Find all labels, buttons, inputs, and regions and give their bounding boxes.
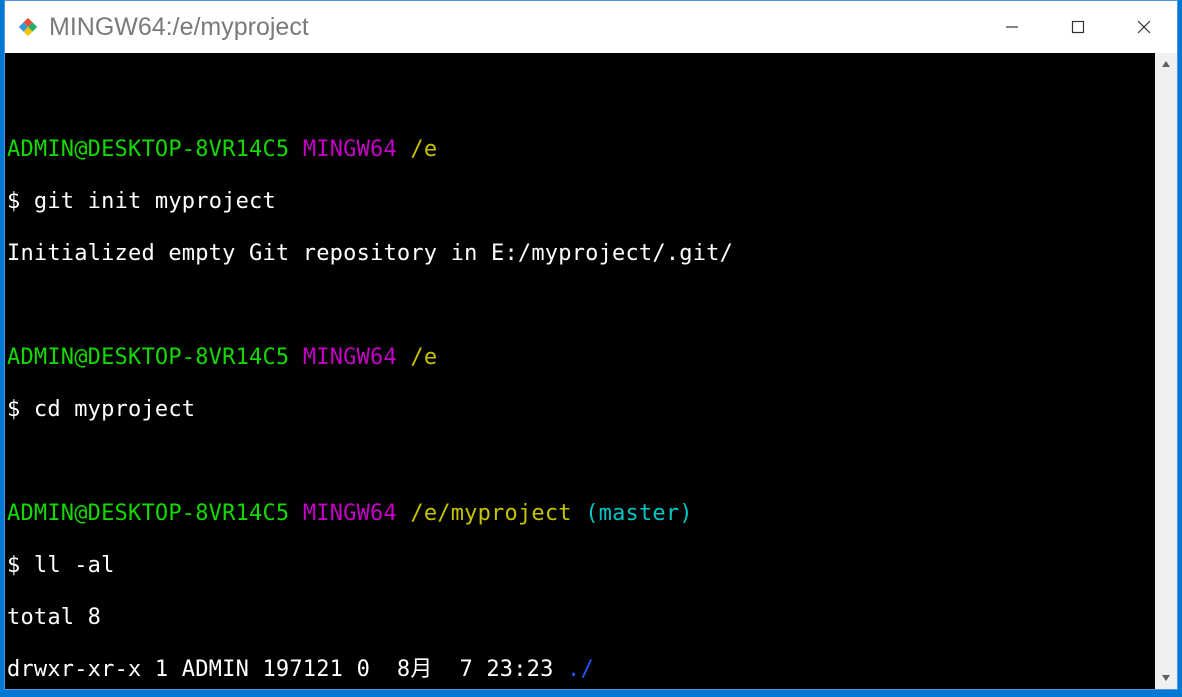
client-area: ADMIN@DESKTOP-8VR14C5 MINGW64 /e $ git i… <box>5 53 1177 689</box>
window-title: MINGW64:/e/myproject <box>49 13 979 42</box>
window-controls <box>979 1 1177 53</box>
prompt-shell: MINGW64 <box>303 501 397 526</box>
prompt-userhost: ADMIN@DESKTOP-8VR14C5 <box>7 501 289 526</box>
prompt-userhost: ADMIN@DESKTOP-8VR14C5 <box>7 345 289 370</box>
prompt-dollar: $ <box>7 553 20 578</box>
scroll-down-icon[interactable] <box>1155 667 1177 689</box>
command-text: cd myproject <box>34 397 195 422</box>
prompt-dollar: $ <box>7 189 20 214</box>
prompt-branch: (master) <box>585 501 693 526</box>
minimize-button[interactable] <box>979 1 1045 53</box>
close-button[interactable] <box>1111 1 1177 53</box>
maximize-button[interactable] <box>1045 1 1111 53</box>
scrollbar[interactable] <box>1155 53 1177 689</box>
prompt-shell: MINGW64 <box>303 345 397 370</box>
output-line: Initialized empty Git repository in E:/m… <box>7 241 733 266</box>
command-text: git init myproject <box>34 189 276 214</box>
app-icon <box>17 16 39 38</box>
titlebar[interactable]: MINGW64:/e/myproject <box>5 1 1177 53</box>
prompt-path: /e/myproject <box>410 501 571 526</box>
prompt-userhost: ADMIN@DESKTOP-8VR14C5 <box>7 137 289 162</box>
prompt-shell: MINGW64 <box>303 137 397 162</box>
output-line: total 8 <box>7 605 101 630</box>
terminal-window: MINGW64:/e/myproject ADMIN@DESKTOP-8VR14… <box>4 0 1178 690</box>
ls-row: drwxr-xr-x 1 ADMIN 197121 0 8月 7 23:23 <box>7 657 567 682</box>
prompt-dollar: $ <box>7 397 20 422</box>
ls-dirname: ./ <box>567 657 594 682</box>
command-text: ll -al <box>34 553 115 578</box>
scroll-up-icon[interactable] <box>1155 53 1177 75</box>
prompt-path: /e <box>410 345 437 370</box>
prompt-path: /e <box>410 137 437 162</box>
terminal-output[interactable]: ADMIN@DESKTOP-8VR14C5 MINGW64 /e $ git i… <box>5 53 1155 689</box>
